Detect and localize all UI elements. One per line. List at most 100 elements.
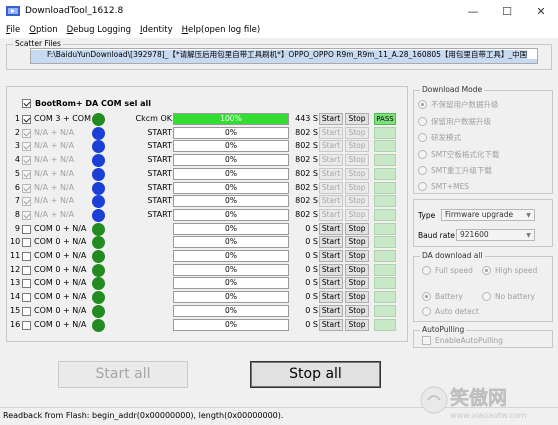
port-start-button[interactable]: Start xyxy=(319,208,343,221)
stop-all-button[interactable]: Stop all xyxy=(250,361,381,388)
port-stop-button[interactable]: Stop xyxy=(345,250,369,262)
download-mode-radio[interactable] xyxy=(418,149,427,159)
port-checkbox[interactable] xyxy=(22,169,31,179)
menu-option[interactable]: Option xyxy=(29,25,57,35)
progress-bar: 0% xyxy=(173,195,289,208)
download-mode-option[interactable]: 研发模式 xyxy=(418,132,461,143)
auto-detect-radio-button[interactable] xyxy=(422,307,431,316)
port-start-button[interactable]: Start xyxy=(319,154,343,167)
high-speed-radio[interactable]: High speed xyxy=(482,266,537,275)
port-name: COM 0 + N/A xyxy=(34,251,87,260)
port-stop-button[interactable]: Stop xyxy=(345,318,369,331)
download-mode-option[interactable]: SMT+MES xyxy=(418,181,469,191)
auto-detect-radio[interactable]: Auto detect xyxy=(422,307,479,316)
baud-rate-select[interactable]: 921600 ▼ xyxy=(456,229,535,241)
port-checkbox[interactable] xyxy=(22,320,31,330)
port-checkbox[interactable] xyxy=(22,238,31,248)
download-mode-radio[interactable] xyxy=(418,166,427,175)
battery-radio-button[interactable] xyxy=(422,292,431,301)
port-checkbox[interactable] xyxy=(22,156,31,166)
menu-debug-logging[interactable]: Debug Logging xyxy=(67,25,131,35)
port-checkbox[interactable] xyxy=(22,197,31,207)
port-stop-button[interactable]: Stop xyxy=(345,277,369,290)
port-checkbox[interactable] xyxy=(22,265,31,275)
port-start-button[interactable]: Start xyxy=(319,222,343,235)
port-start-button[interactable]: Start xyxy=(319,140,343,153)
port-start-button[interactable]: Start xyxy=(319,291,343,304)
download-mode-radio[interactable] xyxy=(418,116,427,126)
download-mode-radio[interactable] xyxy=(418,133,427,142)
download-mode-option[interactable]: SMT重工升级下载 xyxy=(418,165,492,176)
download-mode-radio[interactable] xyxy=(418,100,427,109)
port-checkbox[interactable] xyxy=(22,293,31,303)
enable-autopulling[interactable]: EnableAutoPulling xyxy=(422,336,503,345)
port-stop-button[interactable]: Stop xyxy=(345,263,369,276)
port-start-button[interactable]: Start xyxy=(319,263,343,276)
port-checkbox[interactable] xyxy=(22,210,31,220)
port-stop-button[interactable]: Stop xyxy=(345,167,369,180)
port-start-button[interactable]: Start xyxy=(319,277,343,290)
port-checkbox[interactable] xyxy=(22,279,31,289)
menu-help[interactable]: Help(open log file) xyxy=(182,25,261,35)
port-checkbox[interactable] xyxy=(22,128,31,138)
scatter-file-list[interactable]: F:\BaiduYunDownload\[392978]_【*请解压后用包里自带… xyxy=(30,48,538,64)
maximize-button[interactable]: ☐ xyxy=(490,0,524,22)
minimize-button[interactable]: — xyxy=(456,0,490,22)
port-start-button[interactable]: Start xyxy=(319,167,343,180)
port-stop-button[interactable]: Stop xyxy=(345,154,369,167)
enable-autopulling-checkbox[interactable] xyxy=(422,336,431,345)
port-stop-button[interactable]: Stop xyxy=(345,181,369,194)
high-speed-radio-button[interactable] xyxy=(482,266,491,275)
scatter-path-line-2[interactable] xyxy=(31,59,537,63)
port-start-button[interactable]: Start xyxy=(319,126,343,139)
download-mode-radio[interactable] xyxy=(418,181,427,191)
scatter-path-line-1[interactable]: F:\BaiduYunDownload\[392978]_【*请解压后用包里自带… xyxy=(31,50,528,59)
close-button[interactable]: ✕ xyxy=(524,0,558,22)
port-stop-button[interactable]: Stop xyxy=(345,208,369,221)
port-checkbox[interactable] xyxy=(22,224,31,234)
port-checkbox[interactable] xyxy=(22,183,31,193)
status-led-icon xyxy=(92,208,105,222)
bootrom-select-all-checkbox[interactable] xyxy=(22,99,31,108)
port-stop-button[interactable]: Stop xyxy=(345,236,369,249)
full-speed-radio-button[interactable] xyxy=(422,266,431,275)
port-start-button[interactable]: Start xyxy=(319,195,343,208)
port-row: 8 N/A + N/A START 0% 802 S Start Stop xyxy=(10,208,405,222)
result-indicator xyxy=(374,126,396,139)
port-stop-button[interactable]: Stop xyxy=(345,291,369,304)
port-checkbox[interactable] xyxy=(22,252,31,261)
bootrom-select-all[interactable]: BootRom+ DA COM sel all xyxy=(22,99,151,108)
menu-identity[interactable]: Identity xyxy=(140,25,173,35)
result-indicator xyxy=(374,154,396,167)
full-speed-radio[interactable]: Full speed xyxy=(422,266,473,275)
port-start-button[interactable]: Start xyxy=(319,236,343,249)
port-checkbox[interactable] xyxy=(22,306,31,316)
port-start-button[interactable]: Start xyxy=(319,318,343,331)
download-mode-option[interactable]: 保留用户数据升级 xyxy=(418,116,491,127)
port-start-button[interactable]: Start xyxy=(319,304,343,317)
port-stop-button[interactable]: Stop xyxy=(345,304,369,317)
port-start-button[interactable]: Start xyxy=(319,113,343,125)
battery-radio[interactable]: Battery xyxy=(422,292,463,301)
port-checkbox[interactable] xyxy=(22,142,31,152)
port-stop-button[interactable]: Stop xyxy=(345,222,369,235)
start-all-button[interactable]: Start all xyxy=(58,361,188,388)
menu-file[interactable]: File xyxy=(6,25,20,35)
port-stop-button[interactable]: Stop xyxy=(345,195,369,208)
port-checkbox[interactable] xyxy=(22,115,31,124)
progress-bar: 0% xyxy=(173,167,289,180)
port-start-button[interactable]: Start xyxy=(319,250,343,262)
result-indicator xyxy=(374,195,396,208)
result-indicator xyxy=(374,250,396,262)
no-battery-radio-button[interactable] xyxy=(482,292,491,301)
port-stop-button[interactable]: Stop xyxy=(345,140,369,153)
elapsed-time: 0 S xyxy=(305,264,318,274)
port-stop-button[interactable]: Stop xyxy=(345,113,369,125)
scatter-files-legend: Scatter Files xyxy=(13,39,63,48)
download-mode-option[interactable]: 不保留用户数据升级 xyxy=(418,99,499,110)
port-start-button[interactable]: Start xyxy=(319,181,343,194)
no-battery-radio[interactable]: No battery xyxy=(482,292,535,301)
port-stop-button[interactable]: Stop xyxy=(345,126,369,139)
download-mode-option[interactable]: SMT空板格式化下载 xyxy=(418,149,499,160)
type-select[interactable]: Firmware upgrade ▼ xyxy=(441,209,535,221)
